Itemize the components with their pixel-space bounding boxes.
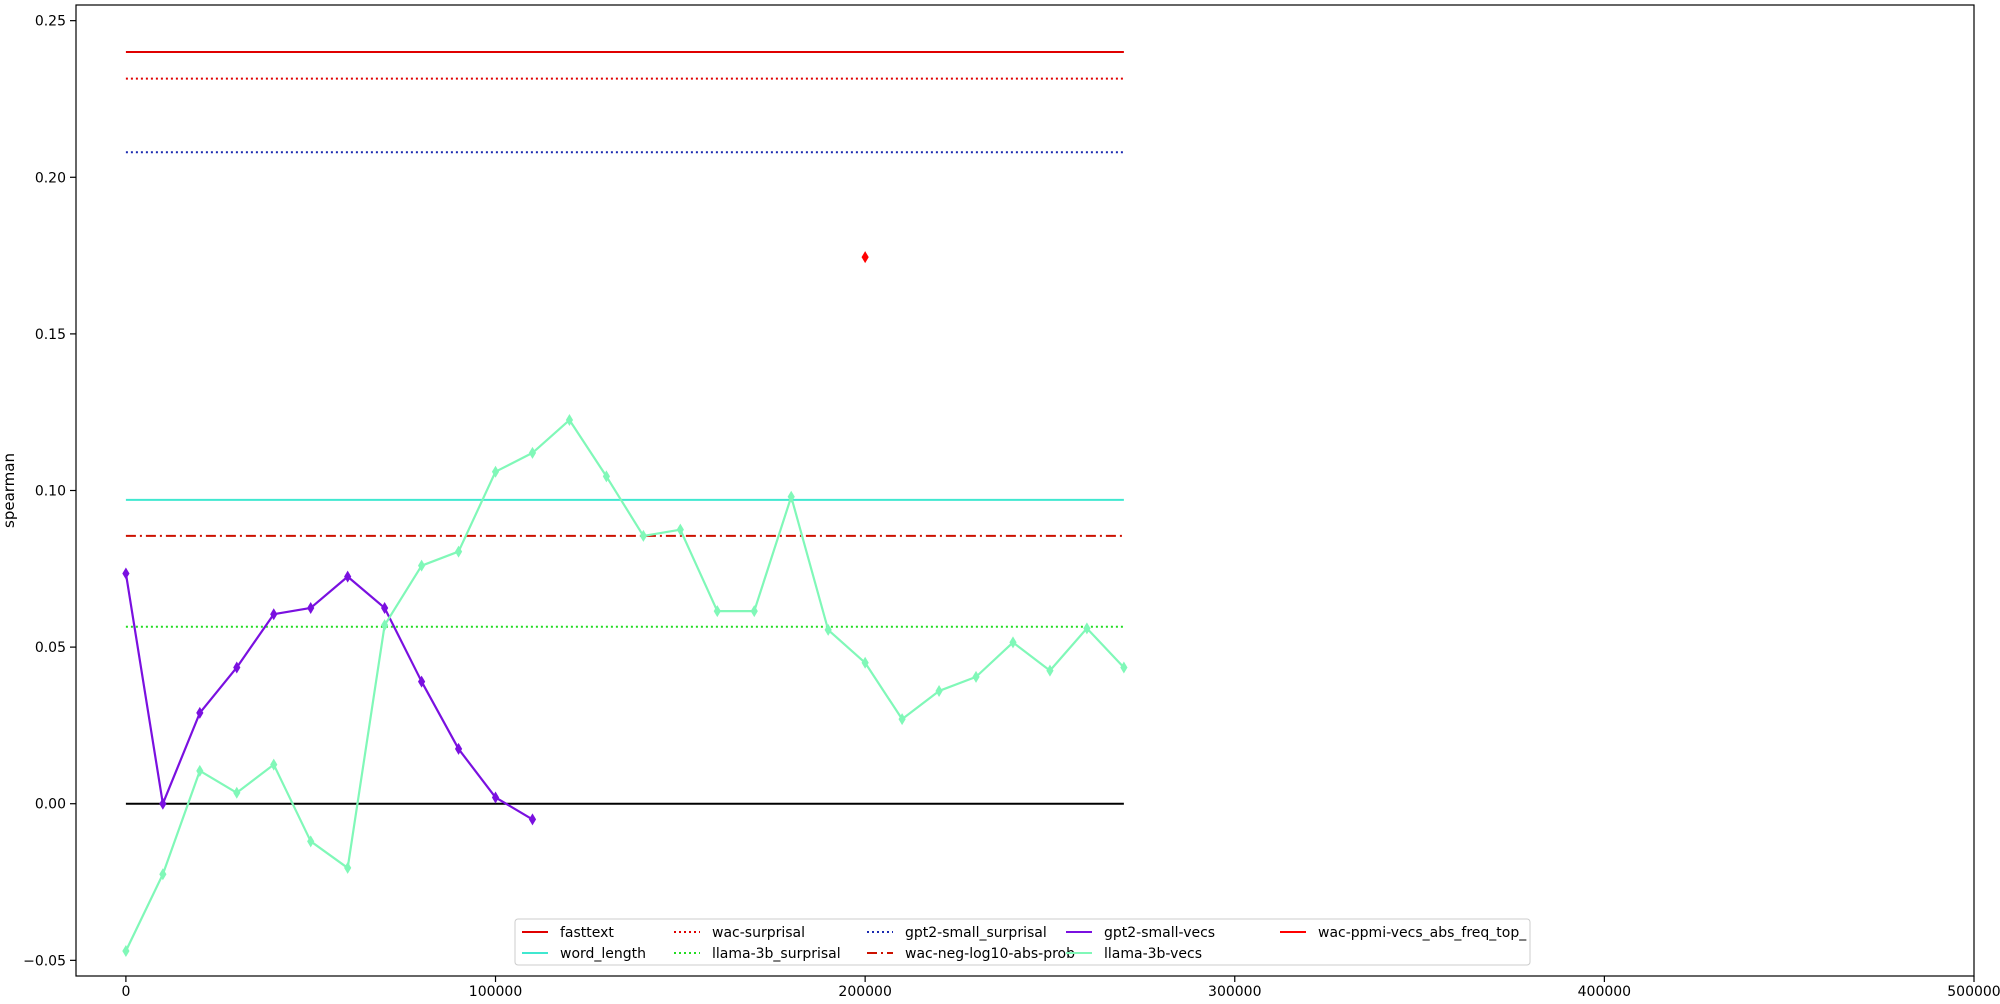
legend-label-gpt2-small-vecs: gpt2-small-vecs: [1104, 925, 1215, 941]
y-tick-label: 0.15: [35, 327, 66, 343]
y-tick-label: 0.00: [35, 797, 66, 813]
x-tick-label: 400000: [1578, 984, 1631, 1000]
legend-label-gpt2-small-surprisal: gpt2-small_surprisal: [905, 925, 1047, 941]
legend-label-fasttext: fasttext: [560, 925, 614, 941]
x-tick-label: 200000: [838, 984, 891, 1000]
y-axis-label: spearman: [0, 453, 18, 528]
legend-label-llama-3b-surprisal: llama-3b_surprisal: [712, 946, 841, 962]
y-tick-label: 0.05: [35, 640, 66, 656]
y-tick-label: 0.25: [35, 14, 66, 30]
x-tick-label: 0: [121, 984, 130, 1000]
x-tick-label: 100000: [469, 984, 522, 1000]
legend-label-wac-neg-log10-abs-prob: wac-neg-log10-abs-prob: [905, 946, 1075, 962]
y-tick-label: 0.20: [35, 170, 66, 186]
legend-label-wac-ppmi-vecs-abs-freq-top: wac-ppmi-vecs_abs_freq_top_: [1318, 925, 1527, 941]
x-tick-label: 300000: [1208, 984, 1261, 1000]
y-tick-label: −0.05: [23, 953, 66, 969]
line-chart: 0 100000 200000 300000 400000 500000 −0.05 0.00…: [0, 0, 2000, 1000]
legend-label-word-length: word_length: [560, 946, 646, 962]
y-tick-label: 0.10: [35, 484, 66, 500]
chart-figure: 0 100000 200000 300000 400000 500000 −0.05 0.00…: [0, 0, 2000, 1000]
legend: fasttext word_length wac-surprisal llama-3b…: [514, 918, 1531, 966]
legend-label-llama-3b-vecs: llama-3b-vecs: [1104, 946, 1202, 962]
x-tick-label: 500000: [1947, 984, 2000, 1000]
legend-label-wac-surprisal: wac-surprisal: [712, 925, 805, 941]
